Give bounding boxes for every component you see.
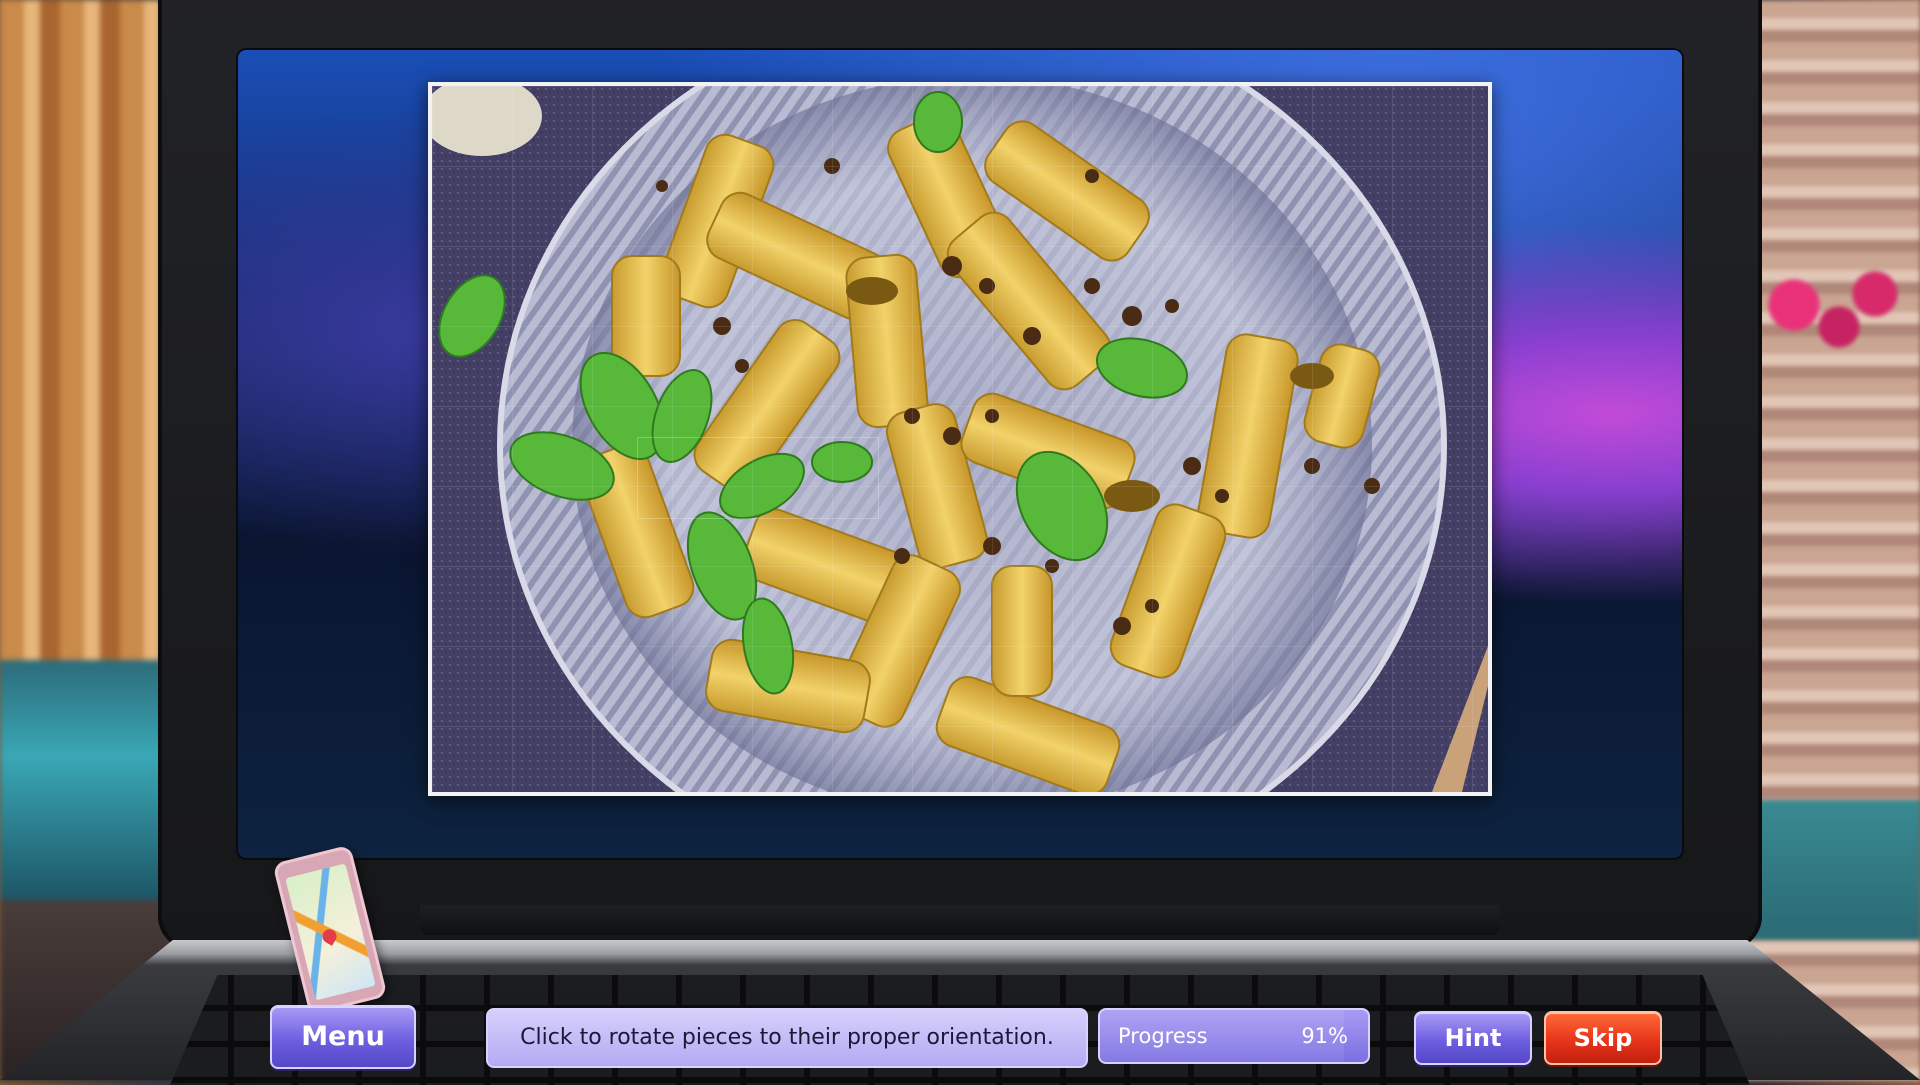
background-city-left [0, 0, 180, 1080]
laptop-hinge [420, 905, 1500, 935]
progress-panel: Progress 91% [1098, 1008, 1370, 1064]
pasta-dish-image[interactable] [432, 86, 1488, 792]
progress-label: Progress [1118, 1010, 1208, 1062]
map-pin-icon [320, 927, 339, 946]
instruction-banner: Click to rotate pieces to their proper o… [486, 1008, 1088, 1068]
background-steps-right [1740, 0, 1920, 1080]
skip-button[interactable]: Skip [1544, 1011, 1662, 1065]
background-flowers [1740, 250, 1920, 360]
rotation-puzzle-board[interactable] [428, 82, 1492, 796]
puzzle-piece-row[interactable] [638, 438, 878, 518]
progress-value: 91% [1301, 1010, 1348, 1062]
menu-button[interactable]: Menu [270, 1005, 416, 1069]
hint-button[interactable]: Hint [1414, 1011, 1532, 1065]
pasta-illustration [432, 86, 1488, 792]
background-fountain-water [0, 660, 180, 900]
background-water-right [1740, 800, 1920, 940]
